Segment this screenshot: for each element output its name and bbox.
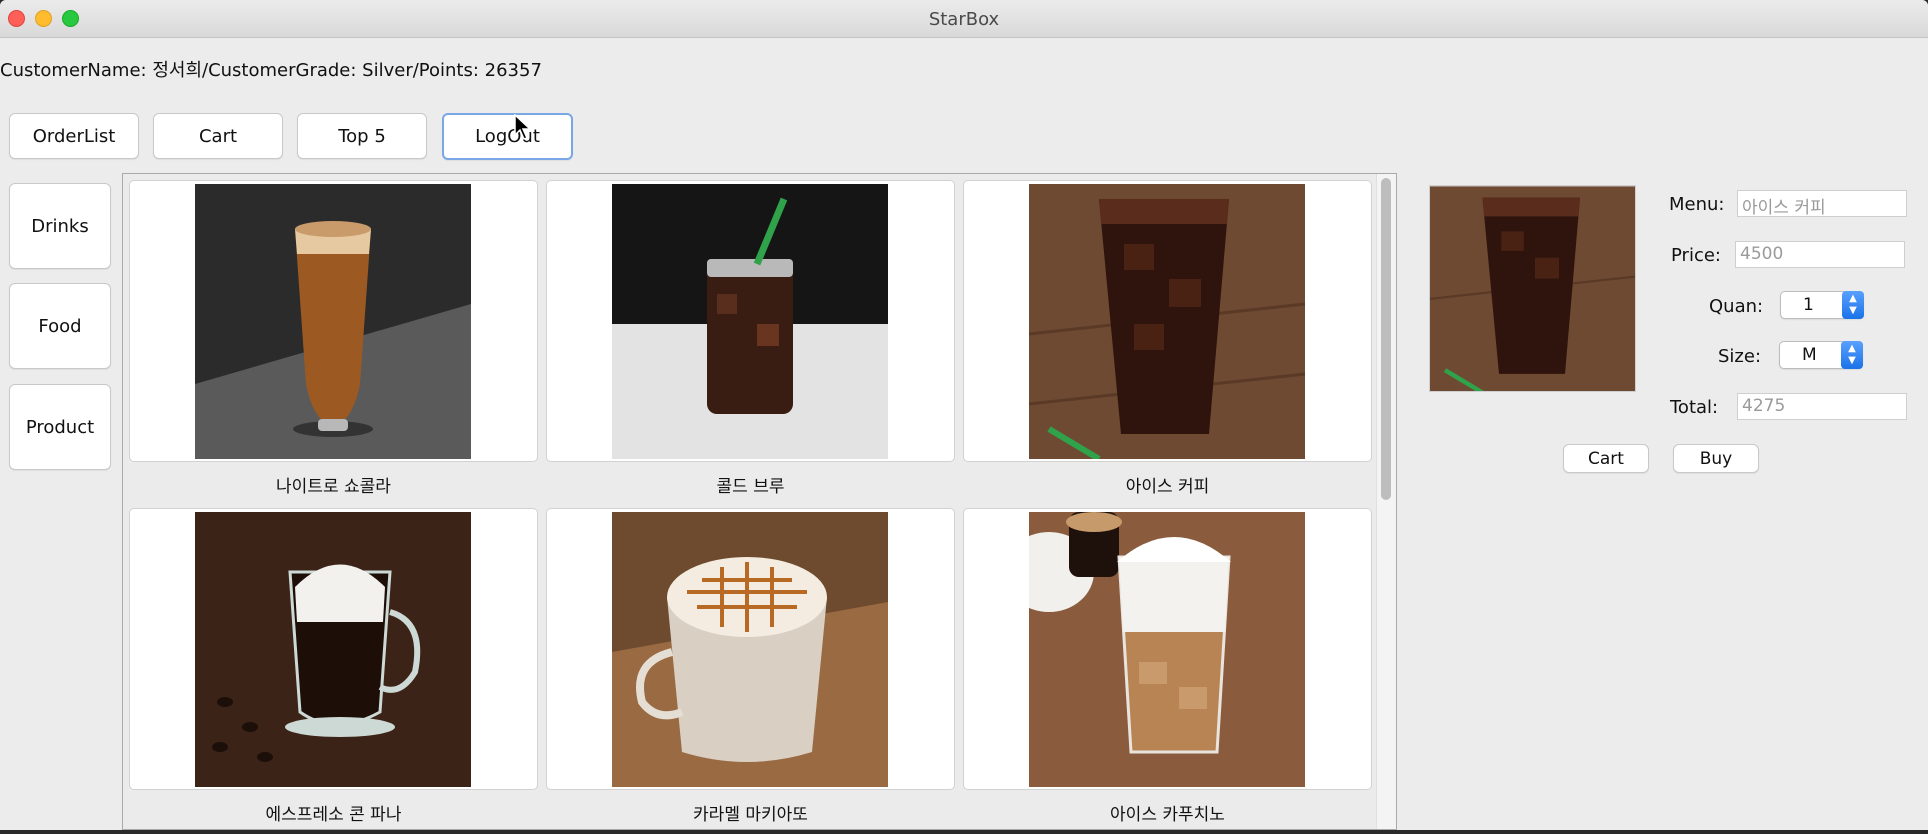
window-title: StarBox <box>928 9 1000 30</box>
menu-label: Menu: <box>1669 194 1725 215</box>
espresso-con-panna-photo <box>195 512 471 787</box>
price-field[interactable]: 4500 <box>1735 241 1905 268</box>
title-bar: StarBox <box>0 0 1928 38</box>
caramel-macchiato-photo <box>612 512 888 787</box>
menu-grid: 나이트로 쇼콜라 콜드 브루 아이스 커피 에스프레소 콘 파나 카라멜 마키아… <box>122 173 1397 830</box>
menu-label-iced-coffee: 아이스 커피 <box>1125 477 1210 497</box>
add-to-cart-button[interactable]: Cart <box>1563 444 1649 473</box>
top5-button[interactable]: Top 5 <box>297 113 427 159</box>
chevron-up-down-icon[interactable]: ▲ ▼ <box>1842 291 1864 319</box>
cold-brew-jar-photo <box>612 184 888 459</box>
menu-grid-scrollbar-thumb[interactable] <box>1381 178 1391 500</box>
menu-card-caramel-macchiato[interactable] <box>546 508 955 790</box>
buy-button[interactable]: Buy <box>1673 444 1759 473</box>
menu-card-espresso-con-panna[interactable] <box>129 508 538 790</box>
iced-coffee-preview-photo <box>1430 186 1635 391</box>
price-label: Price: <box>1671 245 1721 266</box>
menu-label-iced-cappuccino: 아이스 카푸치노 <box>1110 805 1225 825</box>
size-select[interactable]: M ▲ ▼ <box>1779 341 1863 369</box>
menu-card-cold-brew[interactable] <box>546 180 955 462</box>
menu-label-espresso-con-panna: 에스프레소 콘 파나 <box>265 805 402 825</box>
chevron-up-down-icon[interactable]: ▲ ▼ <box>1841 341 1863 369</box>
orderlist-button[interactable]: OrderList <box>9 113 139 159</box>
total-field[interactable]: 4275 <box>1737 393 1907 420</box>
quantity-label: Quan: <box>1709 296 1764 317</box>
iced-coffee-glass-photo <box>1029 184 1305 459</box>
quantity-stepper[interactable]: 1 ▲ ▼ <box>1780 291 1864 319</box>
selected-item-preview <box>1429 185 1636 392</box>
customer-info: CustomerName: 정서희/CustomerGrade: Silver/… <box>0 60 542 81</box>
iced-cappuccino-photo <box>1029 512 1305 787</box>
size-label: Size: <box>1718 346 1762 367</box>
logout-button[interactable]: LogOut <box>442 113 573 160</box>
menu-label-nitro-chocolate: 나이트로 쇼콜라 <box>276 477 391 497</box>
app-window: StarBox CustomerName: 정서희/CustomerGrade:… <box>0 0 1928 830</box>
category-product-button[interactable]: Product <box>9 384 111 470</box>
cart-nav-button[interactable]: Cart <box>153 113 283 159</box>
menu-field[interactable]: 아이스 커피 <box>1737 190 1907 218</box>
menu-card-iced-cappuccino[interactable] <box>963 508 1372 790</box>
menu-label-cold-brew: 콜드 브루 <box>716 477 785 497</box>
category-drinks-button[interactable]: Drinks <box>9 183 111 269</box>
quantity-value: 1 <box>1803 295 1814 315</box>
nitro-chocolate-glass-photo <box>195 184 471 459</box>
menu-card-nitro-chocolate[interactable] <box>129 180 538 462</box>
category-food-button[interactable]: Food <box>9 283 111 369</box>
total-label: Total: <box>1670 397 1719 418</box>
menu-label-caramel-macchiato: 카라멜 마키아또 <box>693 805 808 825</box>
menu-card-iced-coffee[interactable] <box>963 180 1372 462</box>
mouse-cursor-icon <box>514 114 532 140</box>
size-value: M <box>1802 345 1817 365</box>
